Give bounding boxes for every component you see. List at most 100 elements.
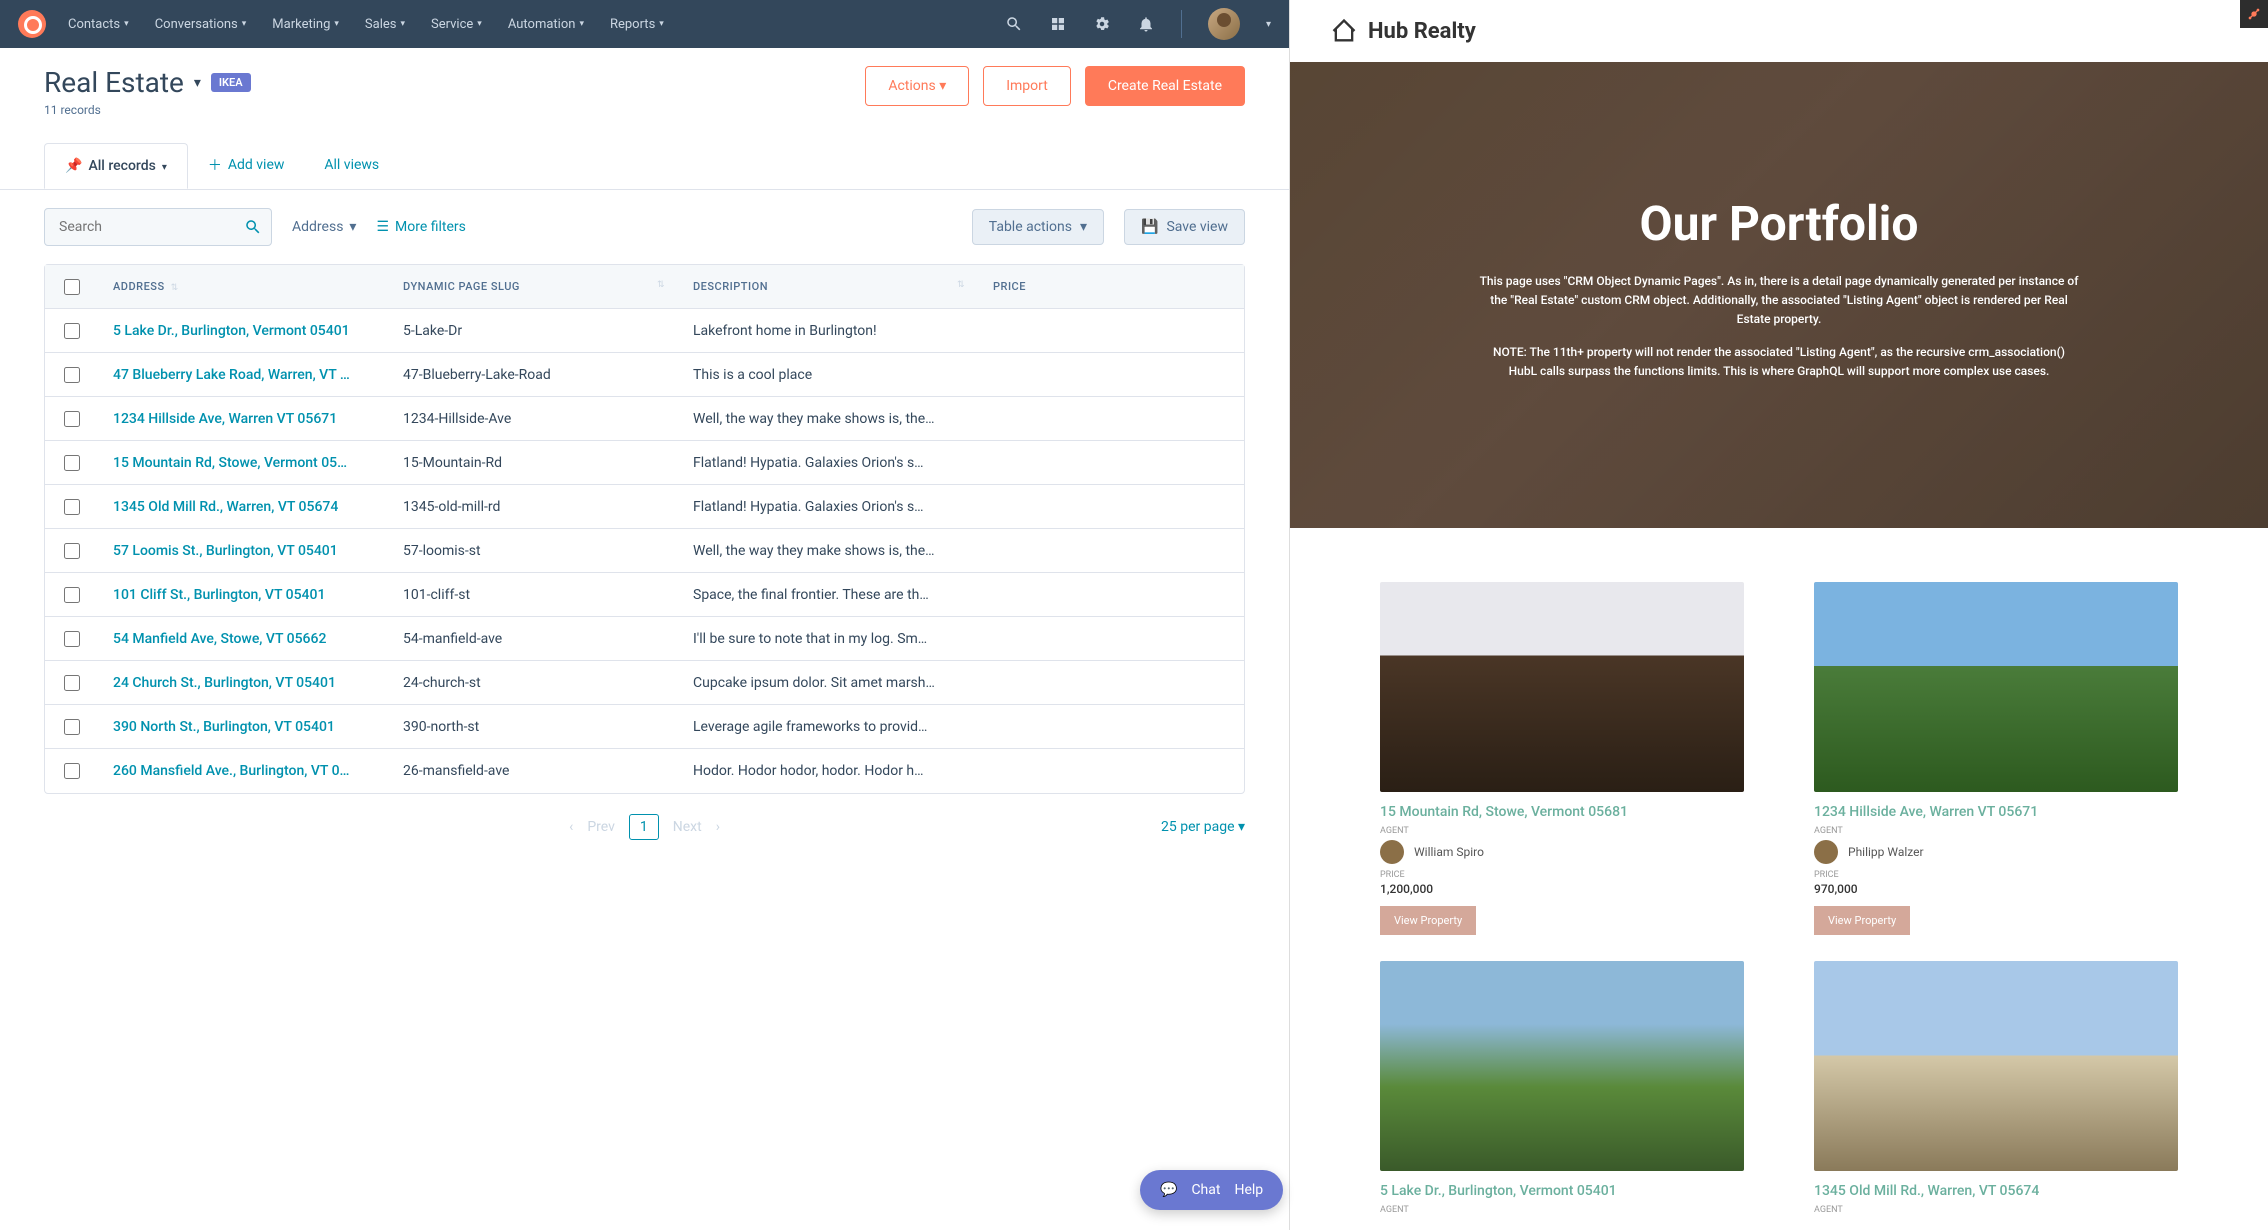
tab-all-records[interactable]: 📌All records▾: [44, 143, 188, 189]
address-link[interactable]: 1345 Old Mill Rd., Warren, VT 05674: [113, 499, 338, 515]
address-link[interactable]: 101 Cliff St., Burlington, VT 05401: [113, 587, 325, 603]
nav-items: Contacts▾ Conversations▾ Marketing▾ Sale…: [68, 17, 664, 32]
view-tabs: 📌All records▾ ＋Add view All views: [0, 141, 1289, 190]
row-checkbox[interactable]: [64, 719, 80, 735]
agent-label: AGENT: [1814, 826, 2178, 836]
page-title[interactable]: Real Estate ▾ IKEA: [44, 66, 251, 99]
desc-cell: Lakefront home in Burlington!: [679, 311, 979, 351]
address-link[interactable]: 390 North St., Burlington, VT 05401: [113, 719, 335, 735]
create-button[interactable]: Create Real Estate: [1085, 66, 1245, 106]
address-link[interactable]: 54 Manfield Ave, Stowe, VT 05662: [113, 631, 326, 647]
account-menu-chevron-icon[interactable]: ▾: [1266, 19, 1271, 30]
more-filters-button[interactable]: ☰More filters: [376, 219, 465, 235]
next-arrow-icon[interactable]: ›: [716, 819, 720, 835]
per-page-select[interactable]: 25 per page ▾: [1161, 819, 1245, 835]
badge-ikea: IKEA: [211, 73, 251, 92]
table-row: 15 Mountain Rd, Stowe, Vermont 05… 15-Mo…: [45, 441, 1244, 485]
slug-cell: 1345-old-mill-rd: [389, 487, 679, 527]
nav-reports[interactable]: Reports▾: [610, 17, 664, 32]
address-link[interactable]: 24 Church St., Burlington, VT 05401: [113, 675, 336, 691]
marketplace-icon[interactable]: [1049, 15, 1067, 33]
desc-cell: Flatland! Hypatia. Galaxies Orion's s…: [679, 443, 979, 483]
col-slug[interactable]: DYNAMIC PAGE SLUG⇅: [389, 268, 679, 305]
property-image[interactable]: [1814, 582, 2178, 792]
user-avatar[interactable]: [1208, 8, 1240, 40]
table-row: 5 Lake Dr., Burlington, Vermont 05401 5-…: [45, 309, 1244, 353]
site-logo[interactable]: Hub Realty: [1330, 17, 1476, 45]
price-label: PRICE: [1814, 870, 2178, 880]
property-image[interactable]: [1814, 961, 2178, 1171]
address-link[interactable]: 5 Lake Dr., Burlington, Vermont 05401: [113, 323, 350, 339]
property-image[interactable]: [1380, 961, 1744, 1171]
hubspot-badge-icon[interactable]: [2240, 0, 2268, 28]
search-icon[interactable]: [244, 218, 262, 236]
nav-service[interactable]: Service▾: [431, 17, 482, 32]
row-checkbox[interactable]: [64, 543, 80, 559]
plus-icon: ＋: [208, 155, 222, 175]
add-view-button[interactable]: ＋Add view: [188, 141, 305, 189]
address-filter[interactable]: Address ▾: [292, 219, 356, 235]
prev-arrow-icon[interactable]: ‹: [569, 819, 573, 835]
actions-button[interactable]: Actions ▾: [865, 66, 969, 106]
hubspot-logo-icon[interactable]: [18, 10, 46, 38]
save-icon: 💾: [1141, 219, 1158, 235]
nav-conversations[interactable]: Conversations▾: [155, 17, 247, 32]
agent-row: William Spiro: [1380, 840, 1744, 864]
property-title[interactable]: 1345 Old Mill Rd., Warren, VT 05674: [1814, 1183, 2178, 1199]
address-link[interactable]: 15 Mountain Rd, Stowe, Vermont 05…: [113, 455, 347, 471]
slug-cell: 390-north-st: [389, 707, 679, 747]
view-property-button[interactable]: View Property: [1814, 906, 1910, 935]
save-view-button[interactable]: 💾Save view: [1124, 209, 1245, 245]
row-checkbox[interactable]: [64, 323, 80, 339]
table-row: 101 Cliff St., Burlington, VT 05401 101-…: [45, 573, 1244, 617]
col-address[interactable]: ADDRESS⇅: [99, 268, 389, 305]
nav-marketing[interactable]: Marketing▾: [272, 17, 339, 32]
address-link[interactable]: 260 Mansfield Ave., Burlington, VT 0…: [113, 763, 349, 779]
row-checkbox[interactable]: [64, 763, 80, 779]
col-price[interactable]: PRICE: [979, 268, 1244, 305]
slug-cell: 26-mansfield-ave: [389, 751, 679, 791]
notifications-icon[interactable]: [1137, 15, 1155, 33]
page-header: Real Estate ▾ IKEA 11 records Actions ▾ …: [0, 48, 1289, 123]
search-input[interactable]: [44, 208, 272, 246]
agent-row: Philipp Walzer: [1814, 840, 2178, 864]
nav-sales[interactable]: Sales▾: [365, 17, 405, 32]
settings-icon[interactable]: [1093, 15, 1111, 33]
property-card: 1234 Hillside Ave, Warren VT 05671 AGENT…: [1814, 582, 2178, 935]
address-link[interactable]: 57 Loomis St., Burlington, VT 05401: [113, 543, 338, 559]
import-button[interactable]: Import: [983, 66, 1071, 106]
view-property-button[interactable]: View Property: [1380, 906, 1476, 935]
address-link[interactable]: 47 Blueberry Lake Road, Warren, VT …: [113, 367, 350, 383]
row-checkbox[interactable]: [64, 675, 80, 691]
search-box: [44, 208, 272, 246]
row-checkbox[interactable]: [64, 455, 80, 471]
nav-contacts[interactable]: Contacts▾: [68, 17, 129, 32]
slug-cell: 1234-Hillside-Ave: [389, 399, 679, 439]
filter-bar: Address ▾ ☰More filters Table actions ▾ …: [0, 190, 1289, 264]
table-header: ADDRESS⇅ DYNAMIC PAGE SLUG⇅ DESCRIPTION⇅…: [45, 265, 1244, 309]
row-checkbox[interactable]: [64, 631, 80, 647]
property-image[interactable]: [1380, 582, 1744, 792]
row-checkbox[interactable]: [64, 367, 80, 383]
col-description[interactable]: DESCRIPTION⇅: [679, 268, 979, 305]
search-icon[interactable]: [1005, 15, 1023, 33]
property-title[interactable]: 1234 Hillside Ave, Warren VT 05671: [1814, 804, 2178, 820]
address-link[interactable]: 1234 Hillside Ave, Warren VT 05671: [113, 411, 337, 427]
desc-cell: Leverage agile frameworks to provid…: [679, 707, 979, 747]
property-title[interactable]: 5 Lake Dr., Burlington, Vermont 05401: [1380, 1183, 1744, 1199]
select-all-checkbox[interactable]: [64, 279, 80, 295]
row-checkbox[interactable]: [64, 499, 80, 515]
agent-avatar: [1814, 840, 1838, 864]
property-title[interactable]: 15 Mountain Rd, Stowe, Vermont 05681: [1380, 804, 1744, 820]
next-button[interactable]: Next: [673, 819, 702, 835]
table-row: 47 Blueberry Lake Road, Warren, VT … 47-…: [45, 353, 1244, 397]
row-checkbox[interactable]: [64, 411, 80, 427]
chat-icon: 💬: [1160, 1182, 1177, 1198]
prev-button[interactable]: Prev: [587, 819, 615, 835]
all-views-link[interactable]: All views: [304, 143, 399, 187]
table-actions-button[interactable]: Table actions ▾: [972, 209, 1104, 245]
nav-automation[interactable]: Automation▾: [508, 17, 584, 32]
page-1[interactable]: 1: [629, 814, 659, 840]
row-checkbox[interactable]: [64, 587, 80, 603]
chat-widget[interactable]: 💬Chat Help: [1140, 1170, 1283, 1210]
